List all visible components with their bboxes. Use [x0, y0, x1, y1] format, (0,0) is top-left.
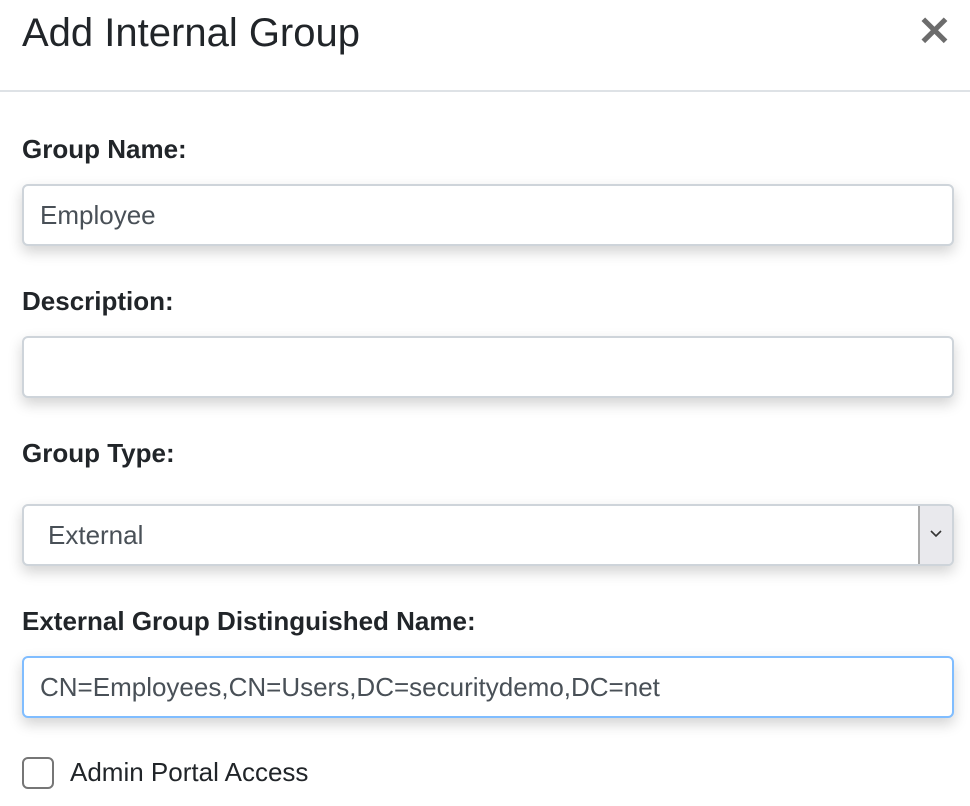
close-button[interactable]: × [916, 8, 953, 52]
select-dropdown-button[interactable] [918, 506, 952, 564]
close-icon: × [916, 4, 953, 55]
modal-title: Add Internal Group [22, 11, 360, 55]
chevron-down-icon [930, 530, 942, 538]
group-name-input[interactable] [22, 184, 954, 246]
admin-portal-access-label: Admin Portal Access [70, 757, 309, 787]
description-input[interactable] [22, 336, 954, 398]
group-type-label: Group Type: [22, 438, 175, 468]
group-name-label: Group Name: [22, 134, 187, 164]
modal-header: Add Internal Group × [0, 0, 970, 92]
external-dn-input[interactable] [22, 656, 954, 718]
admin-portal-access-checkbox[interactable] [22, 757, 54, 789]
group-type-selected-value: External [48, 520, 144, 550]
external-dn-label: External Group Distinguished Name: [22, 606, 476, 636]
group-type-select[interactable]: External [22, 504, 954, 566]
description-label: Description: [22, 286, 174, 316]
add-internal-group-modal: Add Internal Group × Group Name: Descrip… [0, 0, 970, 806]
